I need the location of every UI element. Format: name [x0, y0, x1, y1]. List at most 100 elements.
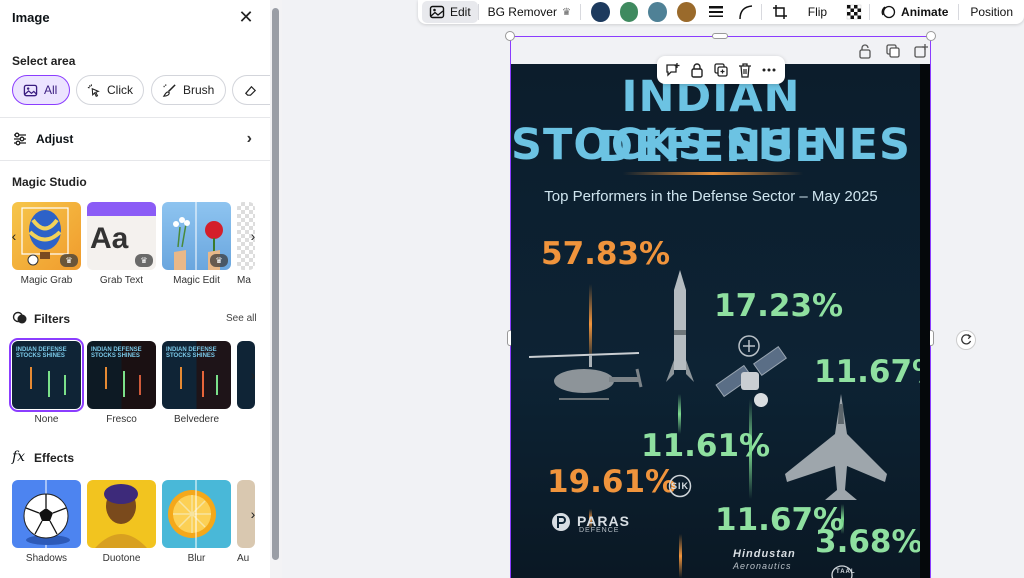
filters-label: Filters — [34, 312, 71, 326]
effects-label: Effects — [34, 451, 75, 465]
color-swatch-brown[interactable] — [677, 2, 696, 22]
color-swatch-teal[interactable] — [648, 2, 668, 22]
duplicate-icon[interactable] — [713, 62, 729, 78]
chevron-right-icon[interactable]: › — [244, 505, 262, 523]
brush-icon — [162, 83, 176, 97]
transparency-button[interactable] — [839, 1, 869, 23]
infographic-image[interactable]: INDIAN DEFENSE STOCKS SHINES Top Perform… — [511, 64, 930, 578]
green-vline — [678, 394, 681, 434]
select-all-label: All — [44, 83, 58, 97]
effect-shadows-tile[interactable] — [12, 480, 81, 548]
scrollbar-thumb[interactable] — [272, 8, 279, 560]
filter-fresco-tile[interactable]: INDIAN DEFENSE STOCKS SHINES — [87, 341, 156, 409]
chevron-right-icon[interactable]: › — [244, 227, 262, 245]
mini-title: INDIAN DEFENSE STOCKS SHINES — [91, 347, 142, 359]
animate-button[interactable]: Animate — [870, 1, 958, 23]
sliders-icon — [14, 132, 26, 146]
mini-bar — [180, 367, 182, 389]
crop-button[interactable] — [762, 1, 796, 23]
mini-bar — [139, 375, 141, 395]
aa-glyph: Aa — [90, 222, 129, 255]
rotate-button[interactable] — [956, 330, 976, 350]
title-underline — [623, 172, 803, 175]
color-swatch-navy[interactable] — [590, 2, 610, 22]
rotate-icon — [961, 334, 972, 345]
fighter-jet-icon — [785, 394, 887, 500]
orange-slice-icon — [168, 480, 216, 548]
image-toolbar: Edit BG Remover ♛ Flip Animate Position — [418, 0, 1024, 24]
resize-handle-top-right[interactable] — [926, 31, 936, 41]
effect-blur-tile[interactable] — [162, 480, 231, 548]
select-area-label: Select area — [12, 54, 76, 68]
hal-logo-sub: Aeronautics — [733, 561, 792, 571]
soccer-ball-icon — [23, 480, 70, 548]
select-brush-label: Brush — [183, 83, 215, 97]
element-float-toolbar — [657, 56, 785, 84]
resize-handle-top[interactable] — [712, 33, 728, 39]
see-all-link[interactable]: See all — [226, 313, 257, 324]
panel-scrollbar[interactable] — [270, 0, 282, 578]
add-page-icon[interactable] — [913, 43, 929, 59]
duplicate-icon[interactable] — [885, 43, 901, 59]
effects-fx-icon: fx — [12, 449, 26, 465]
magic-edit-tile[interactable]: ♛ — [162, 202, 231, 270]
bg-remover-label: BG Remover — [487, 5, 557, 19]
chevron-right-icon[interactable]: › — [244, 366, 262, 384]
magic-edit-label: Magic Edit — [173, 275, 220, 286]
position-button[interactable]: Position — [959, 1, 1024, 23]
image-dark-edge — [920, 64, 930, 578]
select-click-button[interactable]: Click — [76, 75, 144, 105]
bg-remover-button[interactable]: BG Remover ♛ — [479, 1, 580, 23]
corner-radius-icon — [739, 5, 752, 20]
magic-studio-label: Magic Studio — [12, 175, 87, 189]
adjust-row[interactable]: Adjust › — [12, 128, 252, 150]
lock-icon[interactable] — [857, 43, 873, 59]
color-swatch-green[interactable] — [619, 2, 639, 22]
green-vline — [841, 504, 844, 534]
filter-fresco-label: Fresco — [106, 414, 137, 425]
corner-rounding-button[interactable] — [731, 1, 761, 23]
edit-button[interactable]: Edit — [422, 1, 478, 23]
resize-handle-top-left[interactable] — [505, 31, 515, 41]
filter-none-tile[interactable]: INDIAN DEFENSE STOCKS SHINES — [9, 338, 84, 412]
taal-logo-text: TAAL — [836, 569, 856, 575]
image-edit-icon — [429, 5, 445, 19]
trash-icon[interactable] — [737, 62, 753, 78]
pct-11-67-a: 11.67% — [814, 354, 930, 390]
sik-logo-text: SIK — [671, 481, 690, 491]
lock-icon[interactable] — [689, 62, 705, 78]
grab-text-label: Grab Text — [99, 275, 144, 286]
magic-more-label: Ma — [237, 275, 251, 286]
effect-more-label: Au — [237, 553, 250, 564]
infographic-subtitle: Top Performers in the Defense Sector – M… — [544, 188, 878, 205]
chevron-right-icon: › — [246, 130, 252, 147]
select-brush-button[interactable]: Brush — [151, 75, 226, 105]
company-logo-icon — [738, 335, 760, 357]
paras-logo-icon — [552, 513, 570, 531]
flip-label: Flip — [807, 5, 828, 19]
filter-none-label: None — [34, 414, 59, 425]
chevron-left-icon[interactable]: ‹ — [5, 227, 23, 245]
infographic-title-line2: STOCKS SHINES — [511, 120, 911, 170]
filter-belvedere-tile[interactable]: INDIAN DEFENSE STOCKS SHINES — [162, 341, 231, 409]
mini-bar — [202, 371, 204, 397]
more-options-icon[interactable] — [761, 62, 777, 78]
flip-button[interactable]: Flip — [796, 1, 839, 23]
border-style-button[interactable] — [701, 1, 731, 23]
effect-duotone-tile[interactable] — [87, 480, 156, 548]
effect-blur-label: Blur — [187, 553, 206, 564]
select-erase-button[interactable] — [232, 75, 270, 105]
grab-text-tile[interactable]: Aa ♛ — [87, 202, 156, 270]
paras-logo-sub: DEFENCE — [579, 527, 620, 534]
crop-icon — [772, 5, 787, 19]
panel-title: Image — [12, 10, 50, 25]
mini-bar — [123, 371, 125, 397]
close-icon[interactable]: ✕ — [236, 7, 256, 27]
comment-add-icon[interactable] — [665, 62, 681, 78]
helicopter-icon — [529, 352, 643, 400]
pct-57-83: 57.83% — [541, 236, 671, 272]
select-click-label: Click — [107, 83, 133, 97]
filter-belvedere-label: Belvedere — [173, 414, 220, 425]
select-all-button[interactable]: All — [12, 75, 70, 105]
mini-bar — [216, 375, 218, 395]
